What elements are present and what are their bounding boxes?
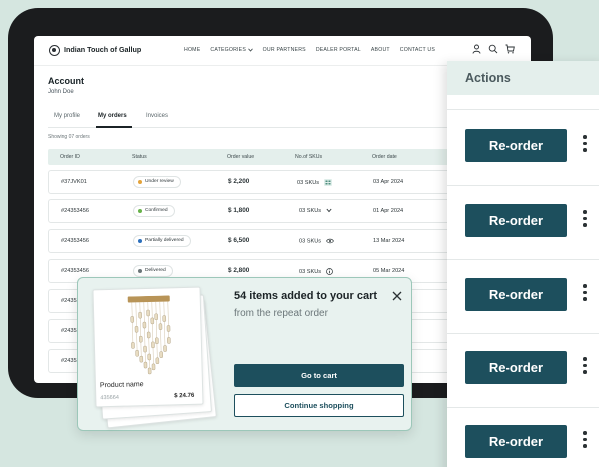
search-icon[interactable] — [488, 44, 498, 54]
header-order-id: Order ID — [60, 154, 80, 160]
order-id: #24353456 — [61, 268, 89, 274]
kebab-menu-icon[interactable] — [583, 431, 587, 451]
reorder-button[interactable]: Re-order — [465, 425, 567, 458]
toast-subtitle: from the repeat order — [234, 308, 328, 319]
tab-my-orders[interactable]: My orders — [98, 113, 127, 119]
orders-count: Showing 07 orders — [48, 134, 90, 140]
tab-my-profile[interactable]: My profile — [54, 113, 80, 119]
action-item: Re-order — [447, 185, 599, 261]
order-date: 13 Mar 2024 — [373, 238, 405, 244]
product-name: Product name — [99, 381, 144, 390]
menu-our-partners[interactable]: OUR PARTNERS — [263, 47, 306, 53]
header-status: Status — [132, 154, 147, 160]
menu-home[interactable]: HOME — [184, 47, 200, 53]
sku-count[interactable]: 03 SKUs — [299, 268, 333, 275]
page-title: Account — [48, 76, 84, 86]
active-tab-indicator — [96, 126, 132, 128]
order-value: $ 1,800 — [228, 207, 250, 214]
grid-icon — [324, 179, 333, 186]
reorder-button[interactable]: Re-order — [465, 129, 567, 162]
chevron-down-icon — [326, 208, 332, 213]
action-item: Re-order — [447, 109, 599, 185]
sku-count[interactable]: 03 SKUs — [299, 238, 334, 244]
order-id: #24353456 — [61, 208, 89, 214]
actions-panel: Actions Re-order Re-order Re-order Re-or… — [447, 61, 599, 467]
eye-icon — [326, 238, 334, 244]
order-value: $ 6,500 — [228, 237, 250, 244]
action-item: Re-order — [447, 407, 599, 467]
account-user-name: John Doe — [48, 89, 74, 95]
kebab-menu-icon[interactable] — [583, 284, 587, 304]
status-badge: Under review — [133, 176, 181, 188]
menu-about[interactable]: ABOUT — [371, 47, 390, 53]
status-badge: Delivered — [133, 265, 173, 277]
tab-invoices[interactable]: Invoices — [146, 113, 168, 119]
status-badge: Partially delivered — [133, 235, 191, 247]
sku-count[interactable]: 03 SKUs — [299, 208, 332, 214]
product-price: $ 24.76 — [174, 392, 195, 400]
order-id: #37JVK01 — [61, 179, 87, 185]
menu-contact-us[interactable]: CONTACT US — [400, 47, 435, 53]
kebab-menu-icon[interactable] — [583, 357, 587, 377]
header-order-value: Order value — [227, 154, 255, 160]
reorder-button[interactable]: Re-order — [465, 204, 567, 237]
continue-shopping-button[interactable]: Continue shopping — [234, 394, 404, 417]
order-date: 01 Apr 2024 — [373, 208, 404, 214]
go-to-cart-button[interactable]: Go to cart — [234, 364, 404, 387]
order-value: $ 2,800 — [228, 267, 250, 274]
menu-categories[interactable]: CATEGORIES — [210, 47, 253, 53]
header-order-date: Order date — [372, 154, 397, 160]
brand-name[interactable]: Indian Touch of Gallup — [64, 45, 141, 54]
chandelier-product-image — [127, 295, 171, 375]
reorder-button[interactable]: Re-order — [465, 278, 567, 311]
product-card: Product name 435664 $ 24.76 — [92, 286, 204, 408]
info-icon — [326, 268, 333, 275]
chevron-down-icon — [247, 48, 253, 52]
action-item: Re-order — [447, 333, 599, 409]
close-icon[interactable] — [391, 290, 403, 302]
order-date: 05 Mar 2024 — [373, 268, 405, 274]
product-sku: 435664 — [100, 394, 120, 402]
kebab-menu-icon[interactable] — [583, 135, 587, 155]
sku-count[interactable]: 03 SKUs — [297, 179, 333, 186]
order-value: $ 2,200 — [228, 178, 250, 185]
menu-dealer-portal[interactable]: DEALER PORTAL — [316, 47, 361, 53]
header-no-of-skus: No.of SKUs — [295, 154, 323, 160]
kebab-menu-icon[interactable] — [583, 210, 587, 230]
action-item: Re-order — [447, 259, 599, 335]
order-date: 03 Apr 2024 — [373, 179, 404, 185]
main-menu: HOME CATEGORIES OUR PARTNERS DEALER PORT… — [184, 47, 435, 53]
toast-title: 54 items added to your cart — [234, 290, 378, 302]
status-badge: Confirmed — [133, 205, 175, 217]
added-to-cart-popup: Product name 435664 $ 24.76 54 items add… — [77, 277, 412, 431]
nav-icons — [472, 44, 515, 54]
cart-icon[interactable] — [505, 44, 515, 54]
user-icon[interactable] — [472, 44, 481, 54]
reorder-button[interactable]: Re-order — [465, 351, 567, 384]
actions-title: Actions — [447, 61, 599, 95]
order-id: #24353456 — [61, 238, 89, 244]
brand-logo-icon — [49, 45, 60, 56]
